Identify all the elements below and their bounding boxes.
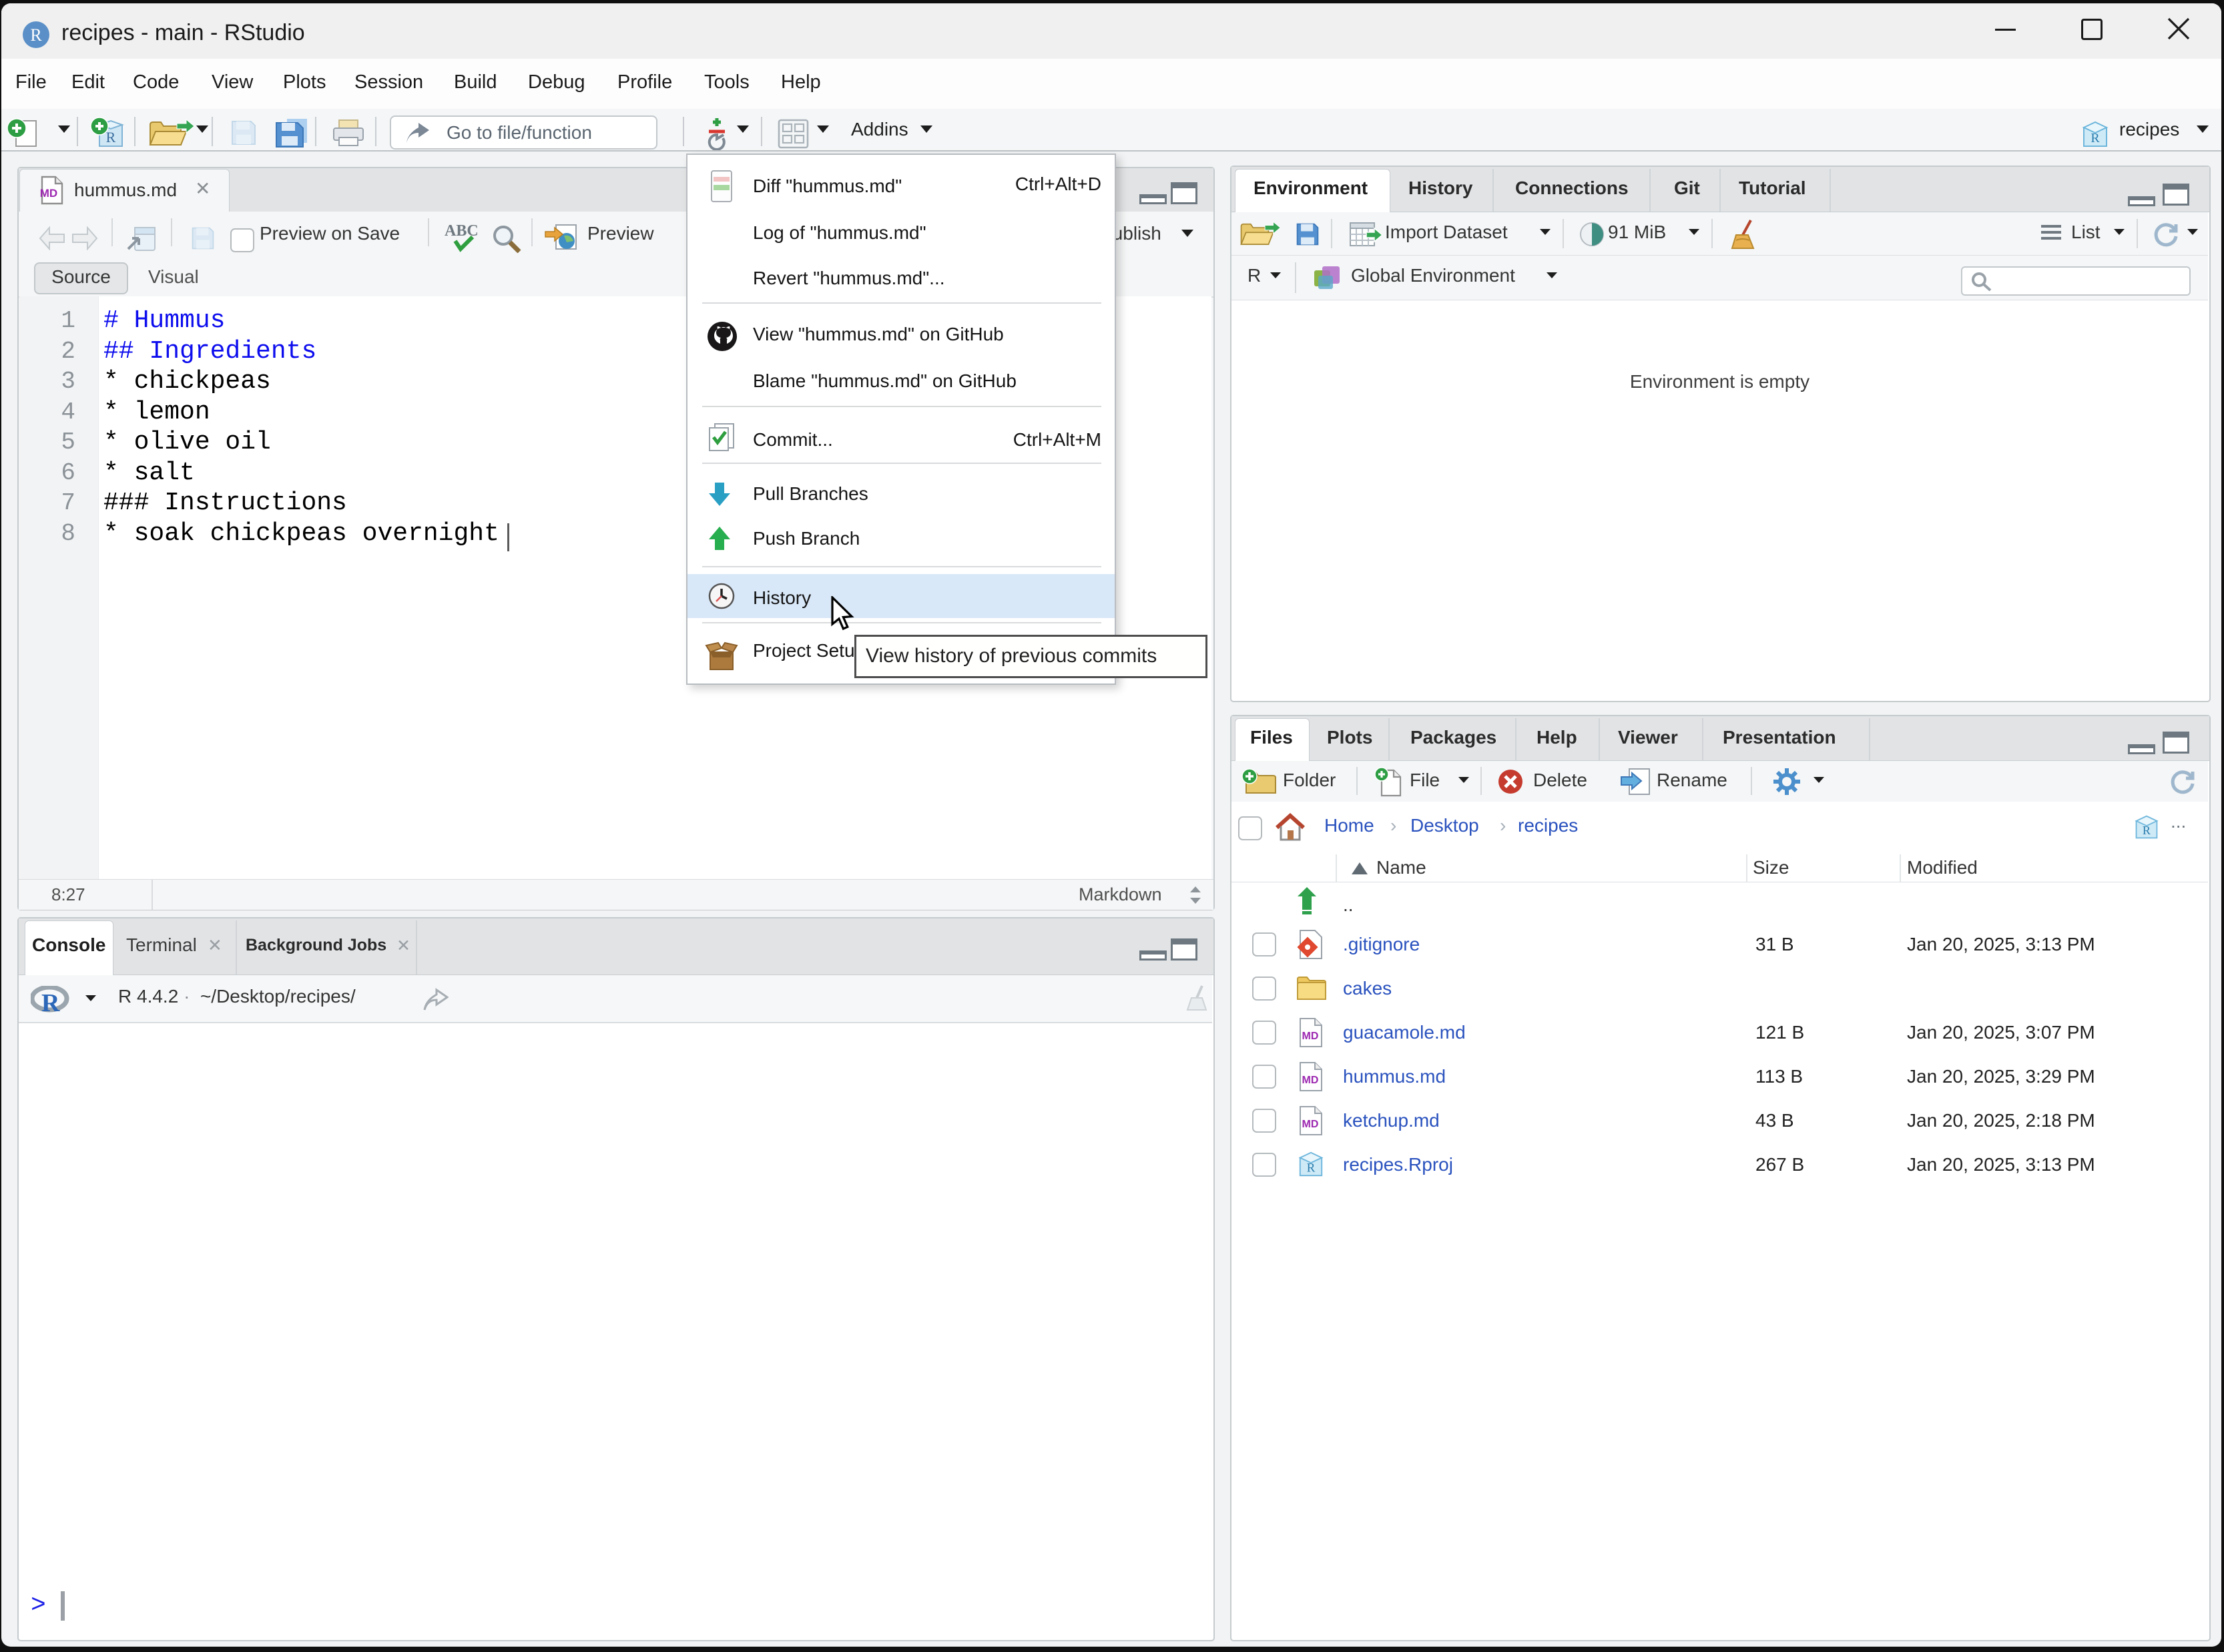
svg-text:R: R <box>30 25 42 45</box>
svg-text:R: R <box>106 129 116 146</box>
svg-text:R: R <box>2143 824 2151 837</box>
svg-text:R: R <box>41 989 60 1014</box>
svg-text:ABC: ABC <box>445 222 479 240</box>
svg-text:MD: MD <box>1302 1031 1319 1042</box>
svg-text:MD: MD <box>1302 1075 1319 1086</box>
svg-text:R: R <box>1307 1161 1316 1175</box>
svg-text:MD: MD <box>1302 1119 1319 1130</box>
svg-text:R: R <box>2091 131 2100 146</box>
svg-text:MD: MD <box>40 187 57 200</box>
